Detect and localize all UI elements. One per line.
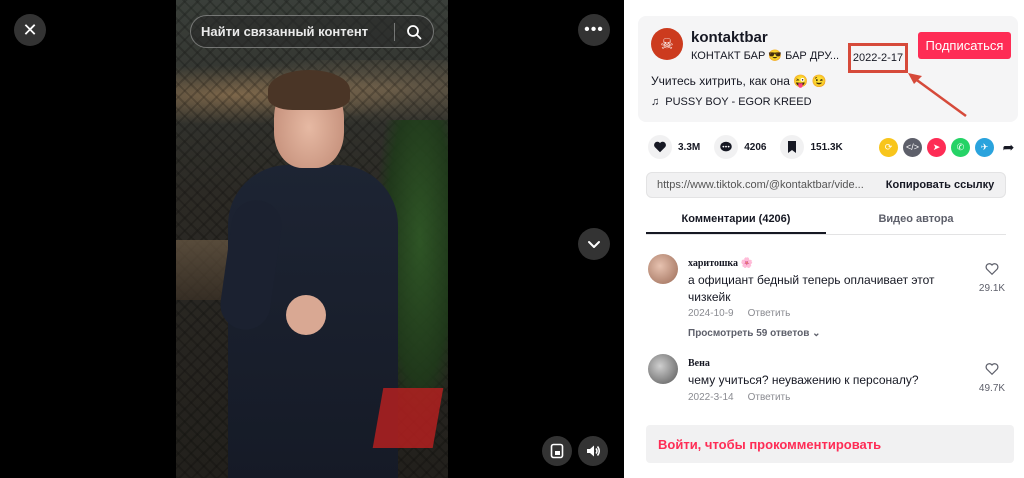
reply-button[interactable]: Ответить <box>748 392 791 403</box>
comment-date: 2022-3-14 <box>688 392 734 403</box>
send-icon[interactable]: ➤ <box>927 137 946 157</box>
more-icon: ••• <box>584 21 604 38</box>
next-video-button[interactable] <box>578 228 610 260</box>
comment-text: чему учиться? неуважению к персоналу? <box>688 373 919 387</box>
comments-list: харитошка 🌸 а официант бедный теперь опл… <box>624 240 1024 410</box>
chevron-down-icon: ⌄ <box>812 328 821 339</box>
like-action[interactable]: 3.3M <box>648 135 700 159</box>
heart-icon <box>648 135 672 159</box>
skull-icon: ☠ <box>660 36 674 53</box>
save-count: 151.3K <box>810 141 843 153</box>
save-action[interactable]: 151.3K <box>780 135 843 159</box>
telegram-icon[interactable]: ✈ <box>975 137 994 157</box>
video-player[interactable] <box>176 0 448 478</box>
music-note-icon: ♫ <box>651 96 660 108</box>
comment-author[interactable]: харитошка 🌸 <box>688 258 753 269</box>
close-icon: ✕ <box>22 19 38 40</box>
follow-button[interactable]: Подписаться <box>918 32 1011 59</box>
video-area: ✕ ••• <box>0 0 624 478</box>
comment-avatar[interactable] <box>648 254 678 284</box>
comment-author[interactable]: Вена <box>688 358 710 369</box>
search-bar[interactable] <box>190 15 434 48</box>
more-options-button[interactable]: ••• <box>578 14 610 46</box>
comment-count: 4206 <box>744 141 767 153</box>
actions-row: 3.3M 4206 151.3K ⟳ </> ➤ ✆ ✈ ➦ <box>648 135 1018 159</box>
comment-text: а официант бедный теперь оплачивает этот… <box>688 273 935 304</box>
mini-player-button[interactable] <box>542 436 572 466</box>
music-link[interactable]: ♫ PUSSY BOY - EGOR KREED <box>651 96 812 108</box>
volume-button[interactable] <box>578 436 608 466</box>
heart-outline-icon <box>985 263 999 276</box>
comment-like[interactable]: 29.1K <box>972 262 1012 294</box>
bookmark-icon <box>780 135 805 159</box>
author-avatar[interactable]: ☠ <box>651 28 683 60</box>
comment-like[interactable]: 49.7K <box>972 362 1012 394</box>
view-replies-button[interactable]: Просмотреть 59 ответов ⌄ <box>688 328 821 339</box>
chevron-down-icon <box>588 241 600 248</box>
like-count: 3.3M <box>678 141 701 153</box>
author-nickname: КОНТАКТ БАР 😎 БАР ДРУ... <box>691 50 840 62</box>
reply-button[interactable]: Ответить <box>748 308 791 319</box>
heart-outline-icon <box>985 363 999 376</box>
video-caption: Учитесь хитрить, как она 😜 😉 <box>651 74 827 88</box>
login-to-comment-button[interactable]: Войти, чтобы прокомментировать <box>646 425 1014 463</box>
comment-date: 2024-10-9 <box>688 308 734 319</box>
music-title: PUSSY BOY - EGOR KREED <box>665 96 812 108</box>
tiktok-video-page: ✕ ••• ☠ kontaktbar КОНТАКТ <box>0 0 1024 478</box>
search-icon[interactable] <box>405 23 423 41</box>
copy-link-box: https://www.tiktok.com/@kontaktbar/vide.… <box>646 172 1006 198</box>
author-username[interactable]: kontaktbar <box>691 29 768 46</box>
search-input[interactable] <box>201 24 388 39</box>
comment-item: Вена чему учиться? неуважению к персонал… <box>648 354 1018 410</box>
share-arrow-icon[interactable]: ➦ <box>999 137 1018 157</box>
comment-avatar[interactable] <box>648 354 678 384</box>
comment-like-count: 49.7K <box>978 383 1006 394</box>
share-icons: ⟳ </> ➤ ✆ ✈ ➦ <box>879 137 1018 157</box>
copy-link-button[interactable]: Копировать ссылку <box>875 173 1005 197</box>
comment-tabs: Комментарии (4206) Видео автора <box>646 207 1006 235</box>
comment-like-count: 29.1K <box>978 283 1006 294</box>
comment-item: харитошка 🌸 а официант бедный теперь опл… <box>648 254 1018 354</box>
comment-meta: 2022-3-14 Ответить <box>688 392 790 403</box>
comment-meta: 2024-10-9 Ответить <box>688 308 790 319</box>
tab-comments[interactable]: Комментарии (4206) <box>646 207 826 234</box>
embed-icon[interactable]: </> <box>903 137 922 157</box>
comment-icon <box>714 135 739 159</box>
volume-icon <box>587 445 600 457</box>
video-link[interactable]: https://www.tiktok.com/@kontaktbar/vide.… <box>647 179 875 191</box>
tab-author-videos[interactable]: Видео автора <box>826 207 1006 234</box>
mini-player-icon <box>550 443 564 459</box>
repost-icon[interactable]: ⟳ <box>879 137 898 157</box>
annotation-arrow-icon <box>908 73 967 118</box>
comment-action[interactable]: 4206 <box>714 135 766 159</box>
close-button[interactable]: ✕ <box>14 14 46 46</box>
whatsapp-icon[interactable]: ✆ <box>951 137 970 157</box>
